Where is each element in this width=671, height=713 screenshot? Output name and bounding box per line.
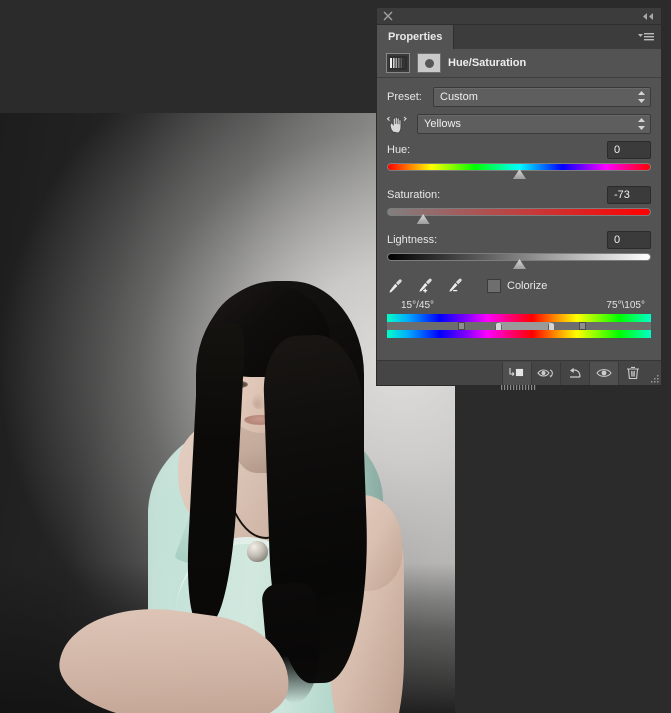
eyedropper-subtract-icon[interactable]	[447, 278, 463, 294]
clip-to-layer-button[interactable]	[502, 361, 531, 385]
hue-spectrum-source	[387, 314, 651, 322]
hue-value-input[interactable]: 0	[607, 141, 651, 159]
panel-close-bar	[377, 8, 661, 25]
hue-slider[interactable]	[387, 162, 651, 180]
layer-mask-thumbnail[interactable]	[417, 53, 441, 73]
double-chevron-left-icon[interactable]	[641, 12, 655, 21]
saturation-value-input[interactable]: -73	[607, 186, 651, 204]
channel-value: Yellows	[424, 118, 461, 130]
hue-range-selected[interactable]	[497, 322, 551, 330]
adjustment-header: Hue/Saturation	[377, 49, 661, 78]
eyedropper-add-icon[interactable]	[417, 278, 433, 294]
hue-range-bars[interactable]	[387, 314, 651, 338]
eye-with-arrow-icon	[537, 369, 553, 378]
tab-properties[interactable]: Properties	[377, 25, 455, 49]
panel-tab-strip: Properties	[377, 25, 661, 49]
eyedropper-icon[interactable]	[387, 278, 403, 294]
colorize-label: Colorize	[507, 280, 548, 292]
properties-panel: Properties Hue/Saturation Preset: Custom…	[377, 8, 661, 390]
clip-to-layer-icon	[509, 368, 524, 377]
lightness-value: 0	[614, 234, 621, 246]
hue-slider-group: Hue: 0	[387, 141, 651, 180]
resize-grip-icon	[651, 374, 659, 382]
channel-row: Yellows	[387, 114, 651, 134]
trash-icon	[627, 366, 639, 380]
eye-icon	[596, 369, 612, 377]
colorize-checkbox[interactable]	[487, 279, 501, 293]
panel-resize-grip[interactable]	[647, 362, 661, 385]
range-handle-outer-left[interactable]	[457, 322, 465, 330]
hue-spectrum-result	[387, 330, 651, 338]
tools-row: Colorize	[387, 278, 651, 294]
panel-drag-grip[interactable]	[499, 385, 539, 390]
hue-range-readout: 15°/45° 75°\105°	[387, 300, 651, 313]
range-handle-outer-right[interactable]	[579, 322, 587, 330]
delete-adjustment-button[interactable]	[618, 361, 647, 385]
saturation-slider-group: Saturation: -73	[387, 186, 651, 225]
colorize-control[interactable]: Colorize	[487, 279, 547, 293]
necklace-pendant	[247, 541, 268, 562]
preset-value: Custom	[440, 91, 478, 103]
range-left-label: 15°/45°	[401, 300, 435, 311]
channel-select[interactable]: Yellows	[417, 114, 651, 134]
toggle-visibility-button[interactable]	[589, 361, 618, 385]
stepper-arrows-icon	[638, 118, 645, 130]
preset-select[interactable]: Custom	[433, 87, 651, 107]
stepper-arrows-icon	[638, 91, 645, 103]
preset-label: Preset:	[387, 91, 422, 103]
saturation-value: -73	[614, 189, 630, 201]
saturation-slider[interactable]	[387, 207, 651, 225]
hue-saturation-adjustment-icon	[386, 53, 410, 73]
view-previous-state-button[interactable]	[531, 361, 560, 385]
close-icon[interactable]	[383, 11, 393, 21]
adjustment-title: Hue/Saturation	[448, 57, 527, 69]
panel-body: Preset: Custom Yellows Hue: 0 Saturation…	[377, 78, 661, 347]
saturation-label: Saturation:	[387, 189, 441, 201]
panel-footer	[377, 360, 661, 385]
lightness-label: Lightness:	[387, 234, 438, 246]
reset-button[interactable]	[560, 361, 589, 385]
saturation-track[interactable]	[387, 208, 651, 216]
lightness-slider-group: Lightness: 0	[387, 231, 651, 270]
lightness-value-input[interactable]: 0	[607, 231, 651, 249]
tab-properties-label: Properties	[388, 31, 443, 43]
lightness-slider[interactable]	[387, 252, 651, 270]
targeted-adjustment-hand-icon[interactable]	[387, 114, 409, 134]
panel-menu-icon[interactable]	[638, 32, 654, 43]
reset-arrow-icon	[570, 367, 581, 378]
hue-value: 0	[614, 144, 621, 156]
preset-row: Preset: Custom	[387, 87, 651, 107]
hue-label: Hue:	[387, 144, 411, 156]
range-right-label: 75°\105°	[606, 300, 645, 311]
